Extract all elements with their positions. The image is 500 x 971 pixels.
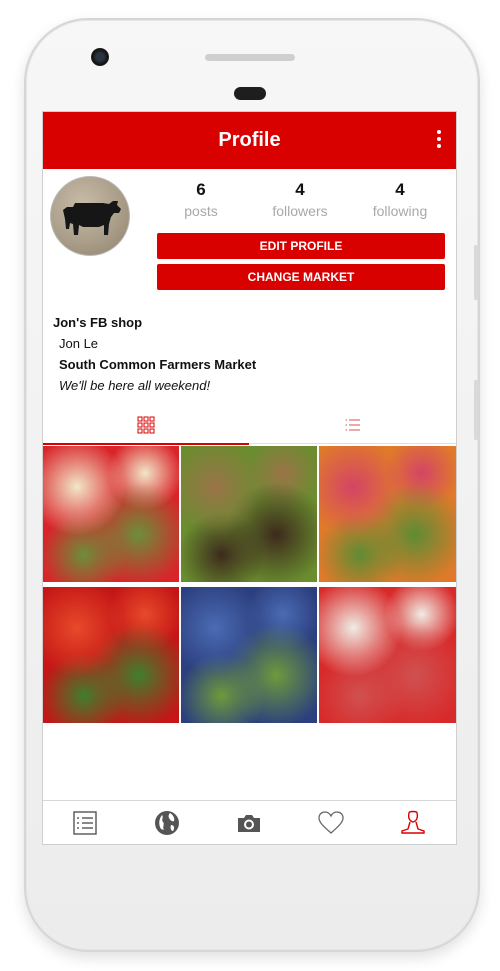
more-vert-icon[interactable]: [434, 130, 444, 152]
profile-icon[interactable]: [399, 809, 427, 837]
speaker-grille: [205, 54, 295, 61]
cow-avatar: [63, 201, 121, 235]
earpiece: [234, 87, 266, 100]
market-name[interactable]: South Common Farmers Market: [59, 357, 256, 372]
globe-icon[interactable]: [153, 809, 181, 837]
camera-icon[interactable]: [235, 809, 263, 837]
strawberries-photo[interactable]: [319, 587, 456, 723]
bottom-nav: [43, 800, 456, 844]
radish-carrot-photo[interactable]: [319, 446, 456, 582]
following-label: following: [372, 203, 428, 219]
volume-button: [474, 245, 479, 300]
view-tabs: [43, 407, 456, 444]
followers-count: 4: [295, 180, 305, 199]
app-bar: Profile: [43, 112, 456, 169]
grid-icon: [137, 416, 155, 434]
app-screen: Profile 6 posts 4 followers 4 following …: [42, 111, 457, 845]
edit-profile-button[interactable]: EDIT PROFILE: [157, 233, 445, 259]
change-market-button[interactable]: CHANGE MARKET: [157, 264, 445, 290]
list-icon: [345, 419, 360, 431]
page-title: Profile: [218, 129, 281, 151]
peppers-photo[interactable]: [43, 587, 179, 723]
list-icon[interactable]: [71, 809, 99, 837]
front-camera: [91, 48, 109, 66]
shop-name: Jon's FB shop: [53, 315, 143, 330]
posts-count: 6: [196, 180, 206, 199]
posts-stat[interactable]: 6 posts: [156, 180, 246, 219]
following-stat[interactable]: 4 following: [355, 180, 445, 219]
power-button: [474, 380, 479, 440]
following-count: 4: [395, 180, 405, 199]
active-tab-indicator: [43, 443, 249, 445]
avatar[interactable]: [50, 176, 130, 256]
tagline: We'll be here all weekend!: [59, 378, 211, 393]
tab-list[interactable]: [250, 407, 456, 443]
followers-stat[interactable]: 4 followers: [255, 180, 345, 219]
heart-icon[interactable]: [317, 809, 345, 837]
followers-label: followers: [272, 203, 328, 219]
posts-label: posts: [184, 203, 218, 219]
tacos-photo[interactable]: [43, 446, 179, 582]
tab-grid[interactable]: [43, 407, 249, 443]
blueberries-photo[interactable]: [181, 587, 317, 723]
owner-name: Jon Le: [59, 336, 99, 351]
greens-basket-photo[interactable]: [181, 446, 317, 582]
